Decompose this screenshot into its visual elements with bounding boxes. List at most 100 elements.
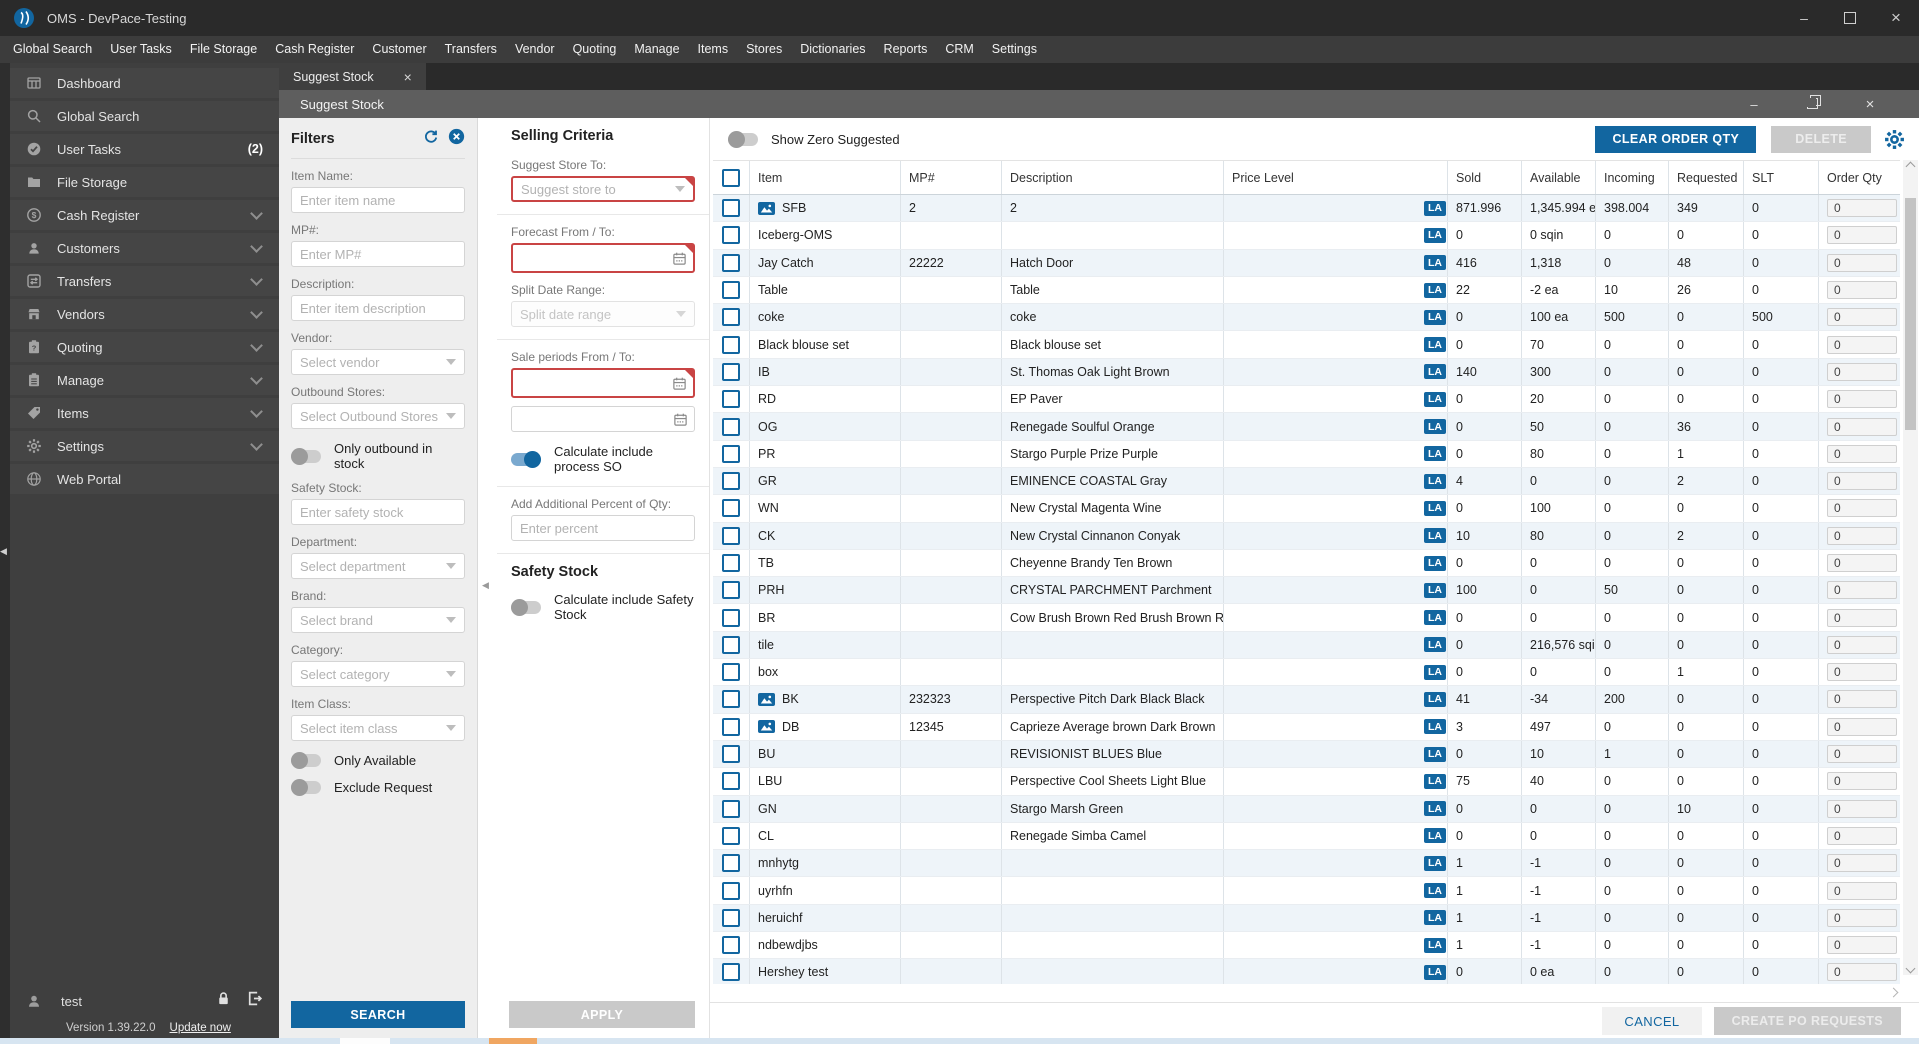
menu-item-reports[interactable]: Reports	[875, 36, 937, 63]
order-qty-input[interactable]: 0	[1827, 226, 1897, 245]
select-all-checkbox[interactable]	[722, 168, 740, 187]
include-safety-stock-toggle[interactable]	[511, 598, 541, 616]
order-qty-input[interactable]: 0	[1827, 444, 1897, 463]
menu-item-customer[interactable]: Customer	[363, 36, 435, 63]
scroll-right-icon[interactable]	[1888, 987, 1899, 998]
sidebar-item-dashboard[interactable]: Dashboard	[10, 68, 279, 98]
clear-order-qty-button[interactable]: CLEAR ORDER QTY	[1595, 125, 1757, 153]
order-qty-input[interactable]: 0	[1827, 717, 1897, 736]
menu-item-file-storage[interactable]: File Storage	[181, 36, 266, 63]
order-qty-input[interactable]: 0	[1827, 881, 1897, 900]
row-checkbox[interactable]	[722, 772, 740, 791]
order-qty-input[interactable]: 0	[1827, 690, 1897, 709]
tab-close-icon[interactable]: ×	[404, 69, 412, 85]
order-qty-input[interactable]: 0	[1827, 581, 1897, 600]
delete-button[interactable]: DELETE	[1771, 125, 1871, 153]
row-checkbox[interactable]	[722, 881, 740, 900]
column-header-mp[interactable]: MP#	[901, 161, 1002, 194]
sidebar-item-vendors[interactable]: Vendors	[10, 299, 279, 329]
row-checkbox[interactable]	[722, 717, 740, 736]
row-checkbox[interactable]	[722, 226, 740, 245]
row-checkbox[interactable]	[722, 690, 740, 709]
tab-suggest-stock[interactable]: Suggest Stock ×	[279, 63, 426, 90]
maximize-button[interactable]	[1827, 0, 1873, 36]
column-header-available[interactable]: Available	[1522, 161, 1596, 194]
order-qty-input[interactable]: 0	[1827, 390, 1897, 409]
sidebar-item-quoting[interactable]: ? Quoting	[10, 332, 279, 362]
search-button[interactable]: SEARCH	[291, 1001, 465, 1028]
split-date-range-select[interactable]: Split date range	[511, 301, 695, 327]
column-header-description[interactable]: Description	[1002, 161, 1224, 194]
order-qty-input[interactable]: 0	[1827, 772, 1897, 791]
add-percent-field[interactable]	[511, 515, 695, 541]
row-checkbox[interactable]	[722, 554, 740, 572]
category-select[interactable]: Select category	[291, 661, 465, 687]
column-header-slt[interactable]: SLT	[1744, 161, 1819, 194]
row-checkbox[interactable]	[722, 472, 740, 491]
column-header-requested[interactable]: Requested	[1669, 161, 1744, 194]
sidebar-item-customers[interactable]: Customers	[10, 233, 279, 263]
scroll-down-icon[interactable]	[1905, 963, 1916, 974]
department-select[interactable]: Select department	[291, 553, 465, 579]
sale-periods-from-field[interactable]	[511, 368, 695, 398]
sidebar-item-settings[interactable]: Settings	[10, 431, 279, 461]
menu-item-global-search[interactable]: Global Search	[4, 36, 101, 63]
clear-filters-icon[interactable]	[448, 128, 465, 150]
row-checkbox[interactable]	[722, 308, 740, 327]
forecast-date-field[interactable]	[511, 243, 695, 273]
logout-icon[interactable]	[246, 990, 263, 1012]
sidebar-item-global-search[interactable]: Global Search	[10, 101, 279, 131]
row-checkbox[interactable]	[722, 745, 740, 764]
order-qty-input[interactable]: 0	[1827, 663, 1897, 682]
include-process-so-toggle[interactable]	[511, 450, 541, 468]
row-checkbox[interactable]	[722, 362, 740, 381]
menu-item-crm[interactable]: CRM	[936, 36, 982, 63]
row-checkbox[interactable]	[722, 635, 740, 654]
scroll-strip-thumb[interactable]	[489, 1038, 537, 1044]
row-checkbox[interactable]	[722, 608, 740, 627]
dialog-close-button[interactable]: ×	[1841, 96, 1899, 113]
sidebar-collapse-arrow-icon[interactable]: ◀	[0, 547, 7, 556]
row-checkbox[interactable]	[722, 663, 740, 682]
description-field[interactable]	[291, 295, 465, 321]
order-qty-input[interactable]: 0	[1827, 308, 1897, 327]
order-qty-input[interactable]: 0	[1827, 281, 1897, 300]
order-qty-input[interactable]: 0	[1827, 799, 1897, 818]
row-checkbox[interactable]	[722, 335, 740, 354]
sidebar-item-cash-register[interactable]: $ Cash Register	[10, 200, 279, 230]
cancel-button[interactable]: CANCEL	[1602, 1007, 1702, 1035]
safety-stock-field[interactable]	[291, 499, 465, 525]
column-header-sold[interactable]: Sold	[1448, 161, 1522, 194]
order-qty-input[interactable]: 0	[1827, 554, 1897, 572]
row-checkbox[interactable]	[722, 526, 740, 545]
dialog-restore-button[interactable]	[1783, 94, 1841, 112]
order-qty-input[interactable]: 0	[1827, 608, 1897, 627]
sidebar-item-web-portal[interactable]: Web Portal	[10, 464, 279, 494]
menu-item-stores[interactable]: Stores	[737, 36, 791, 63]
sidebar-item-manage[interactable]: Manage	[10, 365, 279, 395]
table-settings-gear-icon[interactable]	[1884, 129, 1905, 150]
menu-item-quoting[interactable]: Quoting	[564, 36, 626, 63]
horizontal-scrollbar[interactable]	[710, 984, 1919, 1003]
order-qty-input[interactable]: 0	[1827, 253, 1897, 272]
row-checkbox[interactable]	[722, 444, 740, 463]
only-available-toggle[interactable]	[291, 752, 321, 769]
menu-item-user-tasks[interactable]: User Tasks	[101, 36, 181, 63]
order-qty-input[interactable]: 0	[1827, 199, 1897, 218]
order-qty-input[interactable]: 0	[1827, 335, 1897, 354]
row-checkbox[interactable]	[722, 908, 740, 927]
order-qty-input[interactable]: 0	[1827, 472, 1897, 491]
order-qty-input[interactable]: 0	[1827, 635, 1897, 654]
order-qty-input[interactable]: 0	[1827, 936, 1897, 955]
item-class-select[interactable]: Select item class	[291, 715, 465, 741]
row-checkbox[interactable]	[722, 281, 740, 300]
row-checkbox[interactable]	[722, 499, 740, 518]
vertical-scrollbar[interactable]	[1903, 160, 1918, 975]
sale-periods-to-field[interactable]	[511, 406, 695, 432]
menu-item-vendor[interactable]: Vendor	[506, 36, 564, 63]
create-po-requests-button[interactable]: CREATE PO REQUESTS	[1713, 1007, 1901, 1035]
order-qty-input[interactable]: 0	[1827, 362, 1897, 381]
menu-item-dictionaries[interactable]: Dictionaries	[791, 36, 874, 63]
order-qty-input[interactable]: 0	[1827, 963, 1897, 982]
sidebar-item-transfers[interactable]: Transfers	[10, 266, 279, 296]
